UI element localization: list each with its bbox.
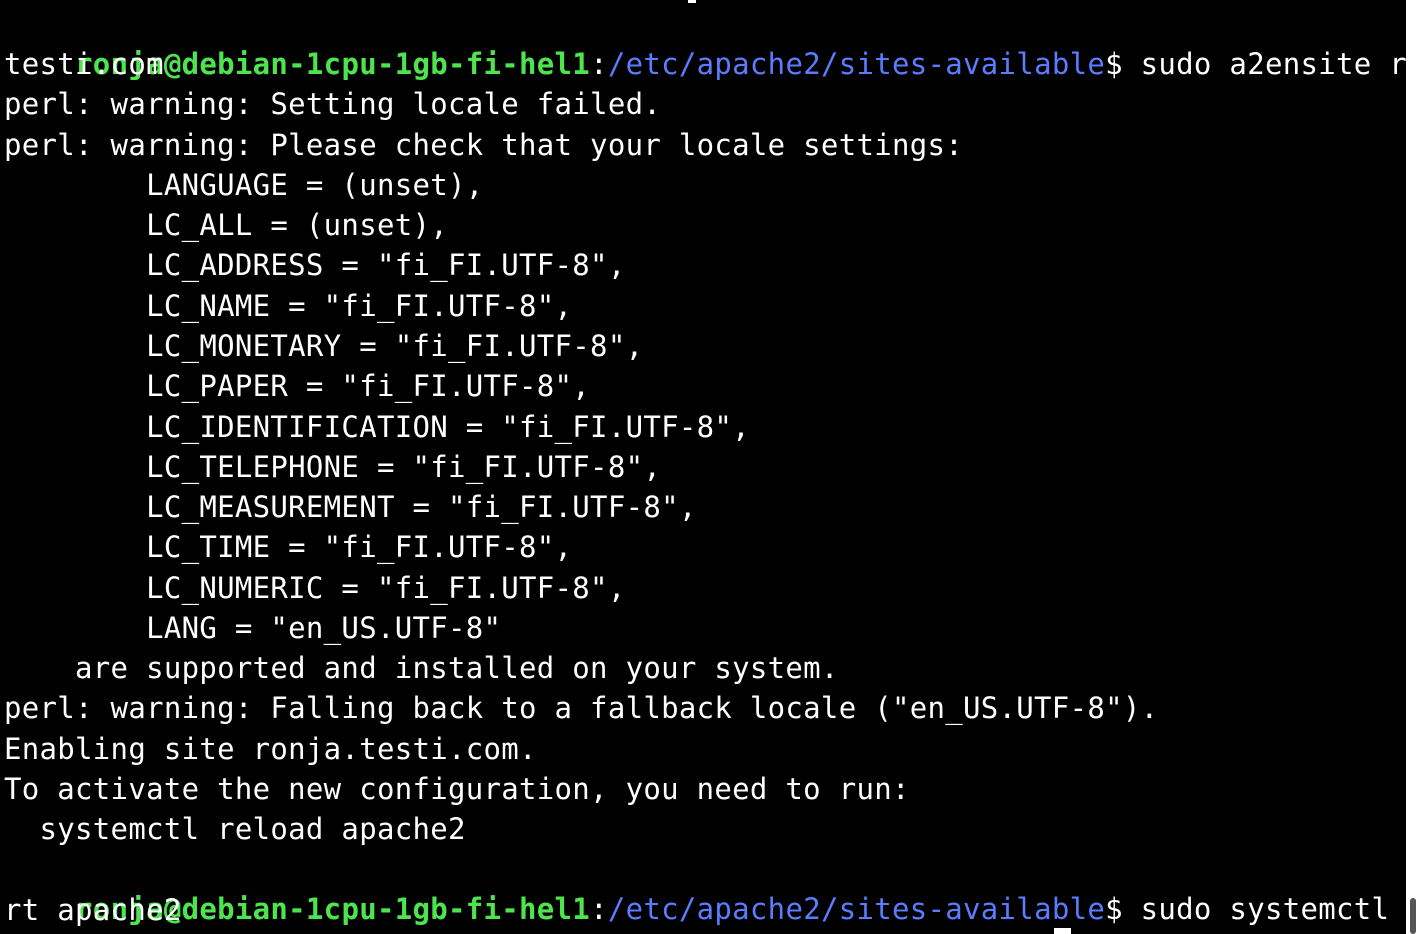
output-line: LC_ALL = (unset), xyxy=(4,208,448,242)
output-line: LC_PAPER = "fi_FI.UTF-8", xyxy=(4,369,591,403)
prompt-colon: : xyxy=(590,892,608,926)
output-line: perl: warning: Please check that your lo… xyxy=(4,128,964,162)
output-line: LC_NUMERIC = "fi_FI.UTF-8", xyxy=(4,571,626,605)
output-line: LC_ADDRESS = "fi_FI.UTF-8", xyxy=(4,248,626,282)
scrollbar-track[interactable] xyxy=(1406,0,1418,934)
output-line: Enabling site ronja.testi.com. xyxy=(4,732,537,766)
prompt-line-2: ronja@debian-1cpu-1gb-fi-hel1:/etc/apach… xyxy=(4,849,1406,926)
prompt-colon: : xyxy=(590,47,608,81)
output-line: LC_TELEPHONE = "fi_FI.UTF-8", xyxy=(4,450,662,484)
output-line: LC_TIME = "fi_FI.UTF-8", xyxy=(4,530,573,564)
command-wrap-line: testi.com xyxy=(4,47,164,81)
output-line: are supported and installed on your syst… xyxy=(4,651,839,685)
output-line: LC_NAME = "fi_FI.UTF-8", xyxy=(4,289,573,323)
terminal-window[interactable]: ronja@debian-1cpu-1gb-fi-hel1:/etc/apach… xyxy=(0,0,1406,934)
prompt-dollar: $ xyxy=(1105,892,1123,926)
output-line: perl: warning: Falling back to a fallbac… xyxy=(4,691,1159,725)
output-line: LANG = "en_US.UTF-8" xyxy=(4,611,502,645)
output-line: LC_IDENTIFICATION = "fi_FI.UTF-8", xyxy=(4,410,750,444)
text-cursor xyxy=(1054,928,1071,934)
prompt-path: /etc/apache2/sites-available xyxy=(607,892,1106,926)
output-line: To activate the new configuration, you n… xyxy=(4,772,910,806)
command-wrap-line: rt apache2 xyxy=(4,893,182,927)
output-line: LANGUAGE = (unset), xyxy=(4,168,484,202)
prompt-path: /etc/apache2/sites-available xyxy=(607,47,1106,81)
output-line: LC_MONETARY = "fi_FI.UTF-8", xyxy=(4,329,644,363)
prompt-line-1: ronja@debian-1cpu-1gb-fi-hel1:/etc/apach… xyxy=(4,4,1406,81)
output-line: LC_MEASUREMENT = "fi_FI.UTF-8", xyxy=(4,490,697,524)
command-text: sudo systemctl resta xyxy=(1140,892,1390,926)
prior-output-fragment xyxy=(688,0,696,3)
command-text: sudo a2ensite ronja. xyxy=(1140,47,1406,81)
prompt-dollar: $ xyxy=(1105,47,1123,81)
output-line: perl: warning: Setting locale failed. xyxy=(4,87,662,121)
output-line: systemctl reload apache2 xyxy=(4,812,466,846)
scrollbar-thumb[interactable] xyxy=(1410,898,1416,934)
